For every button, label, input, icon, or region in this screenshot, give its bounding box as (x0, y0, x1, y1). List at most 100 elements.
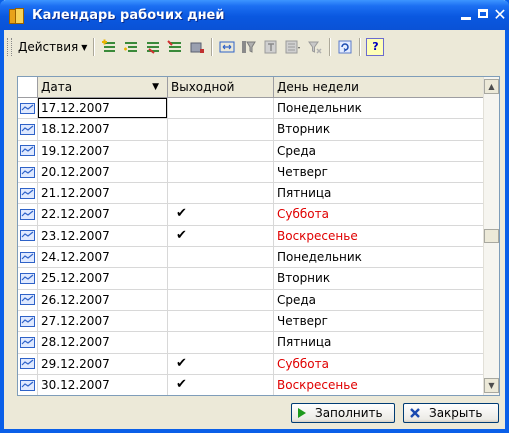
holiday-cell[interactable] (168, 268, 274, 289)
table-row[interactable]: 22.12.2007 ✔ Суббота (18, 204, 484, 226)
holiday-cell[interactable] (168, 289, 274, 310)
toolbar-grip (7, 38, 12, 56)
date-cell[interactable]: 26.12.2007 (38, 289, 168, 310)
holiday-cell[interactable]: ✔ (168, 374, 274, 395)
refresh-icon[interactable] (335, 37, 355, 57)
column-header-date-label: Дата (41, 80, 73, 94)
weekday-cell[interactable]: Четверг (274, 162, 484, 182)
column-header-date[interactable]: Дата ▼ (38, 77, 168, 97)
holiday-cell[interactable]: ✔ (168, 204, 274, 225)
row-icon-cell (18, 140, 38, 161)
filter-history-icon[interactable] (283, 37, 303, 57)
weekday-cell[interactable]: Вторник (274, 119, 484, 139)
minimize-button[interactable] (457, 6, 475, 24)
table-row[interactable]: 23.12.2007 ✔ Воскресенье (18, 225, 484, 248)
date-cell[interactable]: 24.12.2007 (38, 247, 168, 268)
weekday-cell[interactable]: Суббота (274, 204, 484, 224)
date-cell[interactable]: 19.12.2007 (38, 140, 168, 161)
weekday-cell[interactable]: Воскресенье (274, 226, 484, 246)
table-row[interactable]: 21.12.2007 Пятница (18, 183, 484, 205)
fill-button[interactable]: Заполнить (291, 403, 395, 423)
date-cell[interactable]: 30.12.2007 (38, 374, 168, 395)
scroll-up-button[interactable]: ▲ (484, 79, 499, 94)
row-icon-cell (18, 374, 38, 395)
holiday-cell[interactable] (168, 119, 274, 140)
weekday-cell[interactable]: Понедельник (274, 98, 484, 118)
record-icon (20, 187, 35, 199)
row-icon-cell (18, 289, 38, 310)
holiday-cell[interactable] (168, 161, 274, 183)
actions-menu-button[interactable]: Действия ▼ (15, 37, 90, 57)
filter-value-icon[interactable] (261, 37, 281, 57)
clear-filter-icon[interactable] (305, 37, 325, 57)
weekday-cell[interactable]: Вторник (274, 268, 484, 288)
date-cell[interactable]: 22.12.2007 (38, 204, 168, 225)
close-button-label: Закрыть (429, 406, 483, 420)
column-header-holiday[interactable]: Выходной (168, 77, 274, 97)
app-icon (8, 7, 24, 24)
holiday-cell[interactable] (168, 247, 274, 268)
date-cell[interactable]: 29.12.2007 (38, 353, 168, 374)
record-icon (20, 315, 35, 327)
table-row[interactable]: 28.12.2007 Пятница (18, 332, 484, 354)
weekday-cell[interactable]: Понедельник (274, 247, 484, 267)
table-row[interactable]: 19.12.2007 Среда (18, 140, 484, 162)
row-icon-header (18, 77, 38, 97)
table-row[interactable]: 29.12.2007 ✔ Суббота (18, 353, 484, 375)
add-row-icon[interactable] (99, 37, 119, 57)
scroll-thumb[interactable] (484, 229, 499, 243)
date-cell[interactable]: 27.12.2007 (38, 310, 168, 332)
holiday-cell[interactable]: ✔ (168, 225, 274, 247)
table-row[interactable]: 24.12.2007 Понедельник (18, 247, 484, 269)
filter-icon[interactable] (239, 37, 259, 57)
scroll-down-button[interactable]: ▼ (484, 378, 499, 393)
date-cell[interactable]: 23.12.2007 (38, 225, 168, 247)
help-button[interactable]: ? (365, 37, 385, 57)
date-cell[interactable]: 28.12.2007 (38, 332, 168, 353)
close-x-icon (409, 407, 421, 419)
add-group-icon[interactable] (121, 37, 141, 57)
holiday-cell[interactable]: ✔ (168, 353, 274, 374)
holiday-cell[interactable] (168, 140, 274, 161)
weekday-cell[interactable]: Суббота (274, 354, 484, 374)
column-width-icon[interactable] (217, 37, 237, 57)
holiday-cell[interactable] (168, 183, 274, 204)
close-window-button[interactable]: ✕ (491, 6, 509, 24)
delete-row-icon[interactable] (187, 37, 207, 57)
vertical-scrollbar[interactable]: ▲ ▼ (483, 77, 499, 395)
table-header: Дата ▼ Выходной День недели (18, 77, 484, 98)
date-cell[interactable]: 18.12.2007 (38, 119, 168, 140)
table-row[interactable]: 17.12.2007 Понедельник (18, 98, 484, 120)
weekday-cell[interactable]: Среда (274, 290, 484, 310)
record-icon (20, 251, 35, 263)
table-row[interactable]: 27.12.2007 Четверг (18, 310, 484, 333)
table-row[interactable]: 26.12.2007 Среда (18, 289, 484, 311)
copy-row-icon[interactable] (143, 37, 163, 57)
edit-row-icon[interactable] (165, 37, 185, 57)
row-icon-cell (18, 204, 38, 225)
table-row[interactable]: 25.12.2007 Вторник (18, 268, 484, 290)
row-icon-cell (18, 268, 38, 289)
weekday-cell[interactable]: Среда (274, 141, 484, 161)
weekday-cell[interactable]: Четверг (274, 311, 484, 331)
date-cell[interactable]: 17.12.2007 (38, 98, 168, 119)
title-bar[interactable]: Календарь рабочих дней ✕ (0, 0, 509, 30)
column-header-weekday[interactable]: День недели (274, 77, 484, 97)
date-cell[interactable]: 20.12.2007 (38, 161, 168, 183)
close-button[interactable]: Закрыть (403, 403, 499, 423)
weekday-cell[interactable]: Пятница (274, 332, 484, 352)
table-row[interactable]: 20.12.2007 Четверг (18, 161, 484, 184)
table-row[interactable]: 18.12.2007 Вторник (18, 119, 484, 141)
weekday-cell[interactable]: Воскресенье (274, 375, 484, 395)
table-row[interactable]: 30.12.2007 ✔ Воскресенье (18, 374, 484, 395)
holiday-cell[interactable] (168, 98, 274, 119)
date-cell[interactable]: 25.12.2007 (38, 268, 168, 289)
holiday-cell[interactable] (168, 332, 274, 353)
date-cell[interactable]: 21.12.2007 (38, 183, 168, 204)
maximize-button[interactable] (474, 6, 492, 24)
record-icon (20, 336, 35, 348)
weekday-cell[interactable]: Пятница (274, 183, 484, 203)
calendar-table[interactable]: Дата ▼ Выходной День недели 17.12.2007 По… (17, 76, 500, 396)
holiday-cell[interactable] (168, 310, 274, 332)
toolbar-separator (211, 38, 214, 56)
